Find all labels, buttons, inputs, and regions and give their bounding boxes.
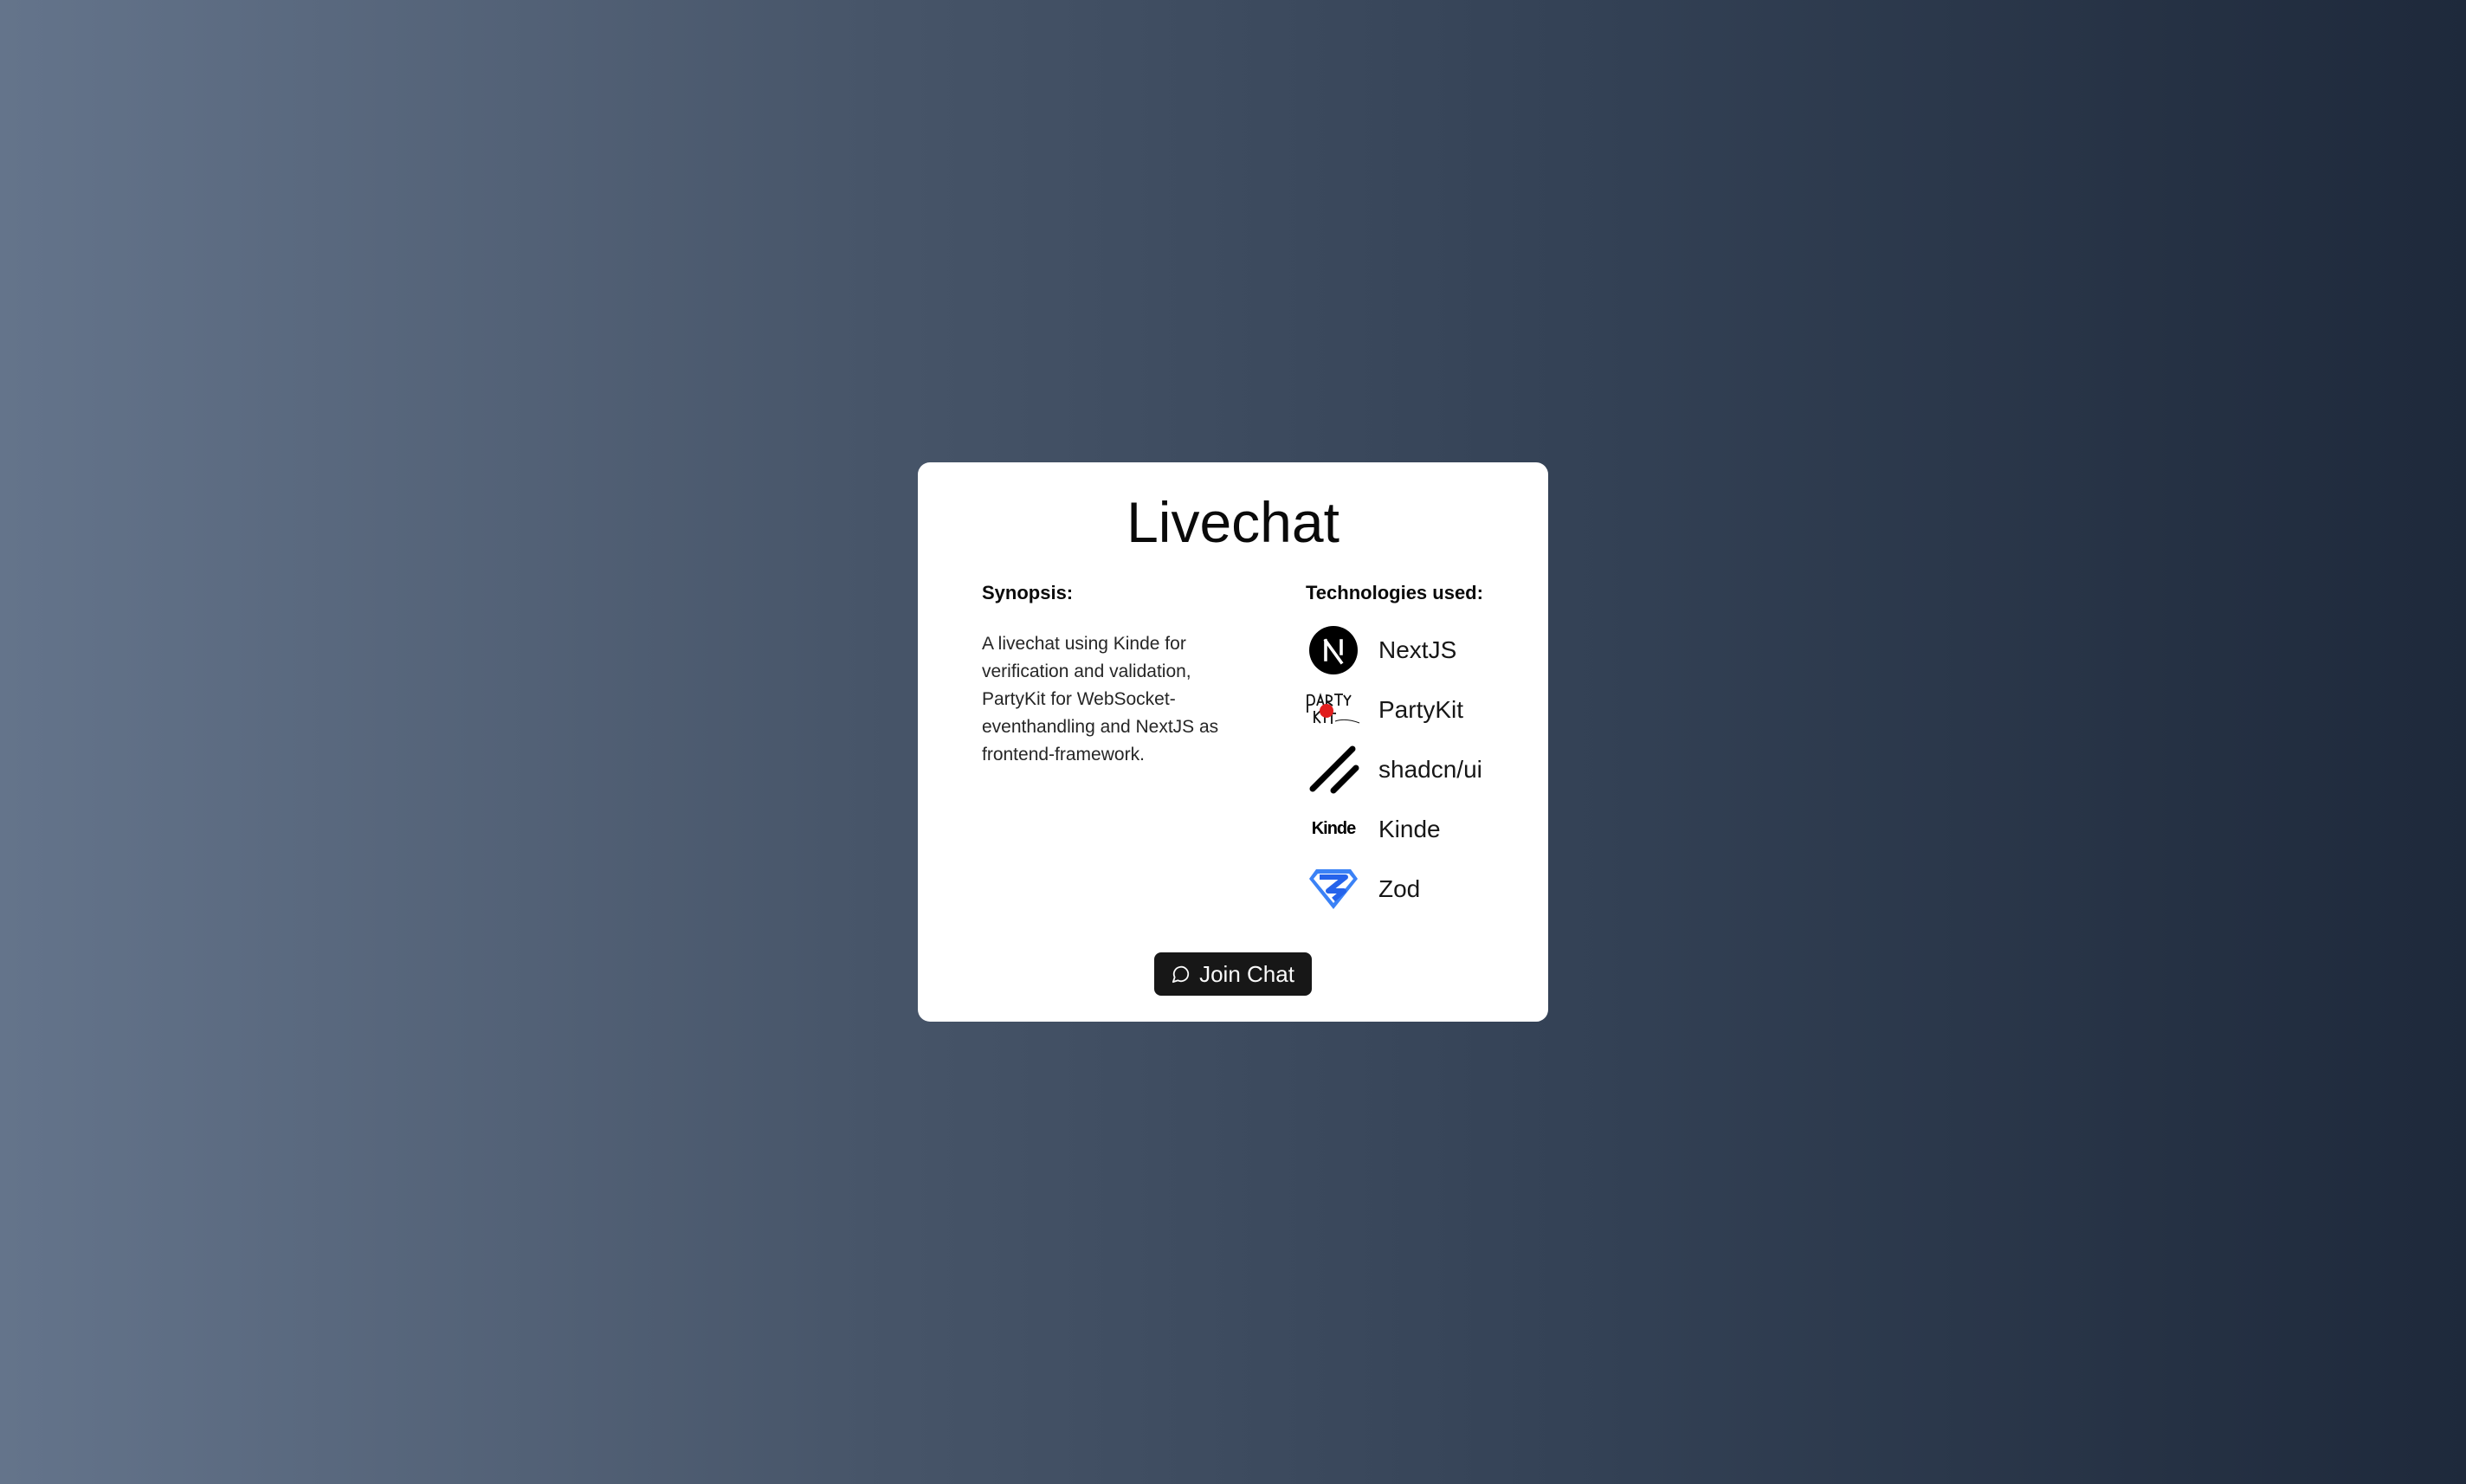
tech-label-kinde: Kinde — [1378, 815, 1441, 842]
tech-label-zod: Zod — [1378, 874, 1421, 902]
technologies-list: NextJS PartyKit shadcn/ui Kinde Kinde Zo… — [1306, 620, 1531, 919]
kinde-logo-text: Kinde — [1311, 819, 1357, 839]
tech-item-kinde: Kinde Kinde — [1306, 799, 1531, 859]
zod-logo-icon — [1306, 861, 1361, 917]
page-title: Livechat — [1126, 490, 1340, 554]
tech-label-nextjs: NextJS — [1378, 636, 1457, 663]
synopsis-heading: Synopsis: — [982, 582, 1074, 603]
synopsis-text: A livechat using Kinde for verification … — [982, 634, 1219, 765]
tech-item-partykit: PartyKit — [1306, 680, 1531, 739]
kinde-logo-icon: Kinde — [1306, 802, 1361, 857]
tech-item-zod: Zod — [1306, 859, 1531, 919]
chat-bubble-icon — [1172, 965, 1191, 984]
join-chat-label: Join Chat — [1199, 960, 1294, 987]
tech-label-partykit: PartyKit — [1378, 695, 1464, 723]
tech-item-nextjs: NextJS — [1306, 620, 1531, 680]
tech-label-shadcn: shadcn/ui — [1378, 755, 1482, 783]
nextjs-logo-icon — [1306, 623, 1361, 678]
livechat-card: Livechat Synopsis: A livechat using Kind… — [918, 462, 1548, 1022]
synopsis-section: Synopsis: A livechat using Kinde for ver… — [982, 582, 1250, 769]
join-chat-button[interactable]: Join Chat — [1154, 952, 1312, 996]
technologies-section: Technologies used: NextJS PartyKit shadc… — [1306, 582, 1531, 919]
shadcn-logo-icon — [1306, 742, 1361, 797]
tech-item-shadcn: shadcn/ui — [1306, 739, 1531, 799]
partykit-logo-icon — [1306, 682, 1361, 738]
technologies-heading: Technologies used: — [1306, 582, 1483, 603]
